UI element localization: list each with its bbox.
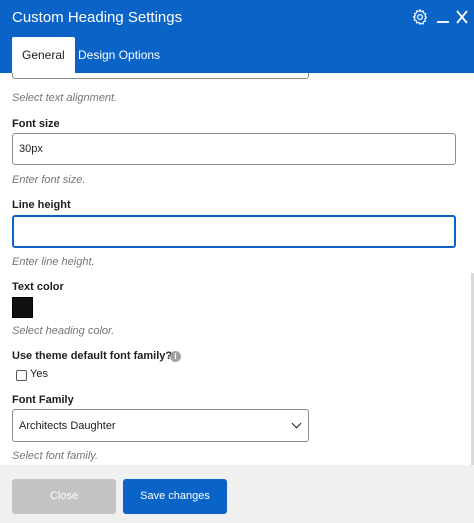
- line-height-label: Line height: [12, 199, 71, 211]
- dialog-footer: Close Save changes: [0, 465, 474, 523]
- font-size-input[interactable]: 30px: [12, 133, 456, 165]
- text-alignment-select[interactable]: [12, 73, 309, 79]
- settings-panel: Select text alignment. Font size 30px En…: [0, 73, 474, 465]
- text-color-label: Text color: [12, 281, 64, 293]
- close-icon[interactable]: [455, 8, 469, 29]
- text-color-swatch[interactable]: [12, 297, 33, 318]
- font-size-value: 30px: [19, 143, 43, 155]
- font-family-hint: Select font family.: [12, 450, 98, 462]
- chevron-down-icon: [291, 418, 302, 429]
- close-button[interactable]: Close: [12, 479, 116, 514]
- font-size-hint: Enter font size.: [12, 174, 86, 186]
- font-family-label: Font Family: [12, 394, 74, 406]
- font-family-value: Architects Daughter: [19, 419, 116, 432]
- save-changes-button[interactable]: Save changes: [123, 479, 227, 514]
- dialog-header: Custom Heading Settings General Design O…: [0, 0, 474, 73]
- font-family-select[interactable]: Architects Daughter: [12, 409, 309, 442]
- line-height-input[interactable]: [12, 215, 456, 248]
- theme-font-option-label: Yes: [30, 368, 48, 380]
- theme-font-label: Use theme default font family?: [12, 350, 173, 362]
- minimize-icon[interactable]: [436, 8, 450, 29]
- font-size-label: Font size: [12, 118, 60, 130]
- text-alignment-hint: Select text alignment.: [12, 92, 118, 104]
- info-icon[interactable]: i: [170, 351, 181, 362]
- gear-icon[interactable]: [411, 8, 429, 29]
- text-color-hint: Select heading color.: [12, 325, 115, 337]
- theme-font-checkbox[interactable]: [16, 370, 27, 381]
- dialog-title: Custom Heading Settings: [12, 9, 183, 26]
- line-height-hint: Enter line height.: [12, 256, 95, 268]
- tab-general[interactable]: General: [12, 37, 75, 73]
- tab-design-options[interactable]: Design Options: [68, 37, 170, 73]
